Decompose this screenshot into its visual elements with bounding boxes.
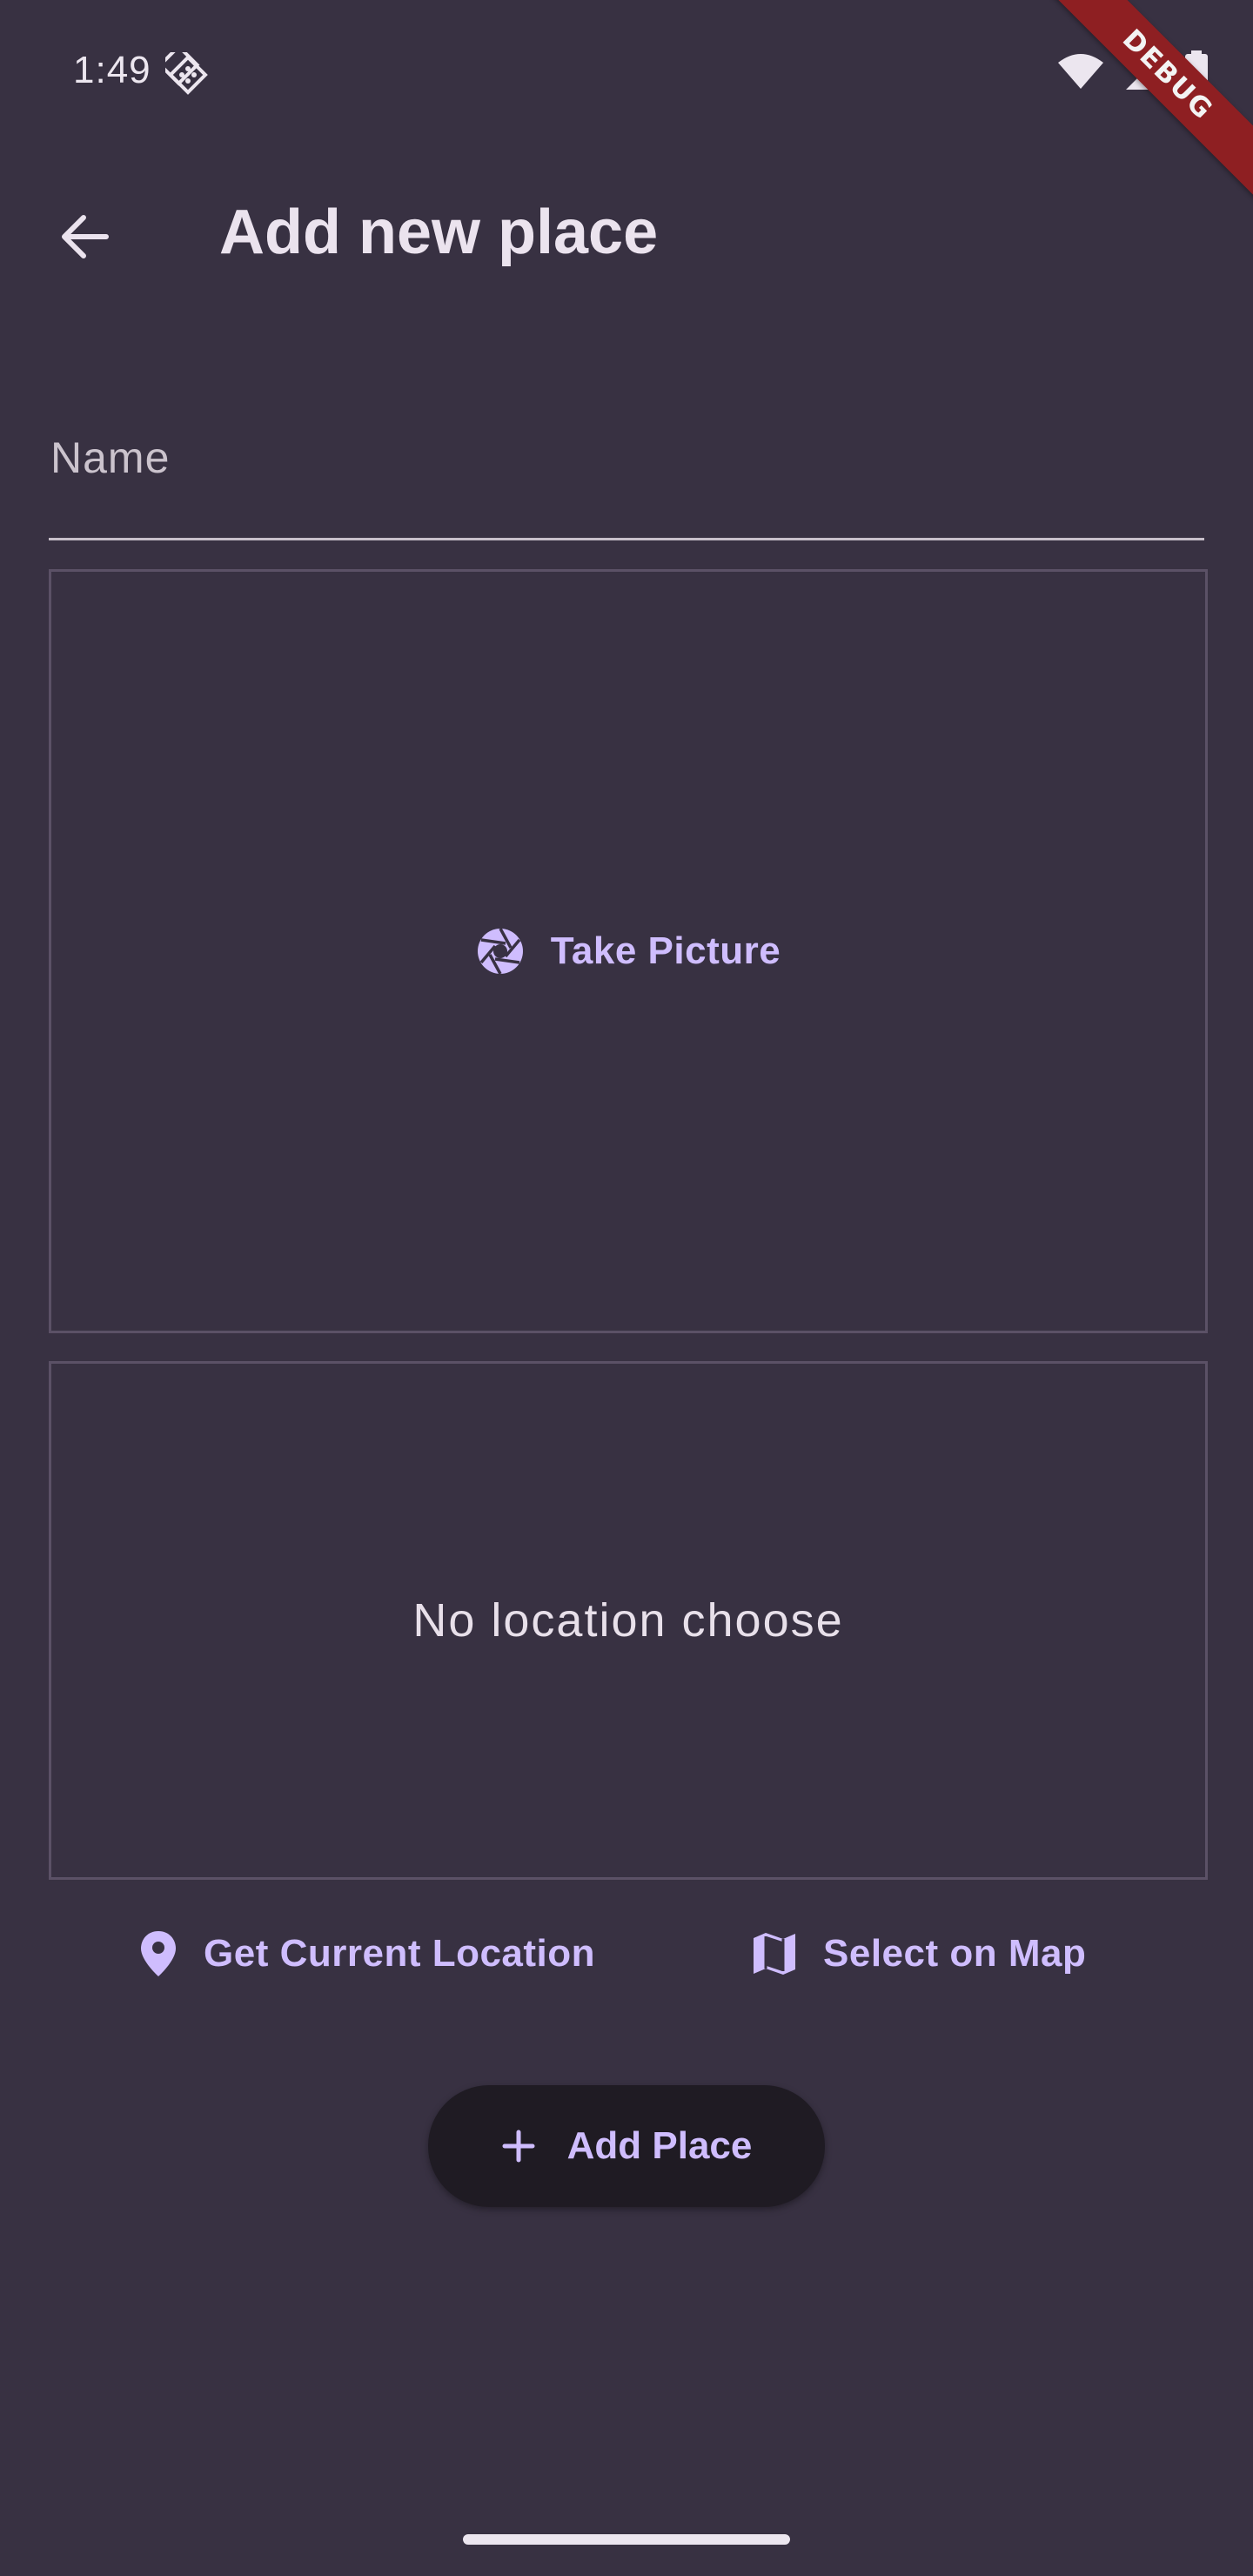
status-time: 1:49 (73, 49, 151, 91)
back-button[interactable] (44, 197, 127, 280)
get-location-label: Get Current Location (204, 1932, 596, 1975)
no-location-text: No location choose (412, 1594, 844, 1647)
name-input[interactable] (49, 409, 1204, 538)
get-current-location-button[interactable]: Get Current Location (139, 1915, 595, 1993)
status-bar: 1:49 (0, 0, 1253, 148)
plus-icon (501, 2129, 536, 2163)
location-pin-icon (139, 1929, 178, 1978)
take-picture-button[interactable]: Take Picture (476, 927, 781, 976)
wifi-icon (1056, 52, 1105, 91)
map-icon (752, 1931, 797, 1976)
home-indicator[interactable] (463, 2534, 790, 2545)
arrow-back-icon (57, 209, 113, 269)
name-field (49, 409, 1204, 540)
app-notification-icon (157, 44, 211, 97)
location-preview: No location choose (49, 1361, 1208, 1880)
add-place-label: Add Place (566, 2124, 753, 2167)
location-actions: Get Current Location Select on Map (0, 1915, 1253, 1993)
take-picture-label: Take Picture (550, 929, 781, 972)
select-on-map-button[interactable]: Select on Map (752, 1915, 1086, 1993)
page-title: Add new place (219, 198, 659, 267)
camera-aperture-icon (476, 927, 525, 976)
add-place-screen: 1:49 DEBUG Add new place Name Take Pictu… (0, 0, 1253, 2576)
picture-container: Take Picture (49, 569, 1208, 1333)
app-bar: Add new place (0, 165, 1253, 305)
add-place-button[interactable]: Add Place (428, 2085, 825, 2207)
select-map-label: Select on Map (823, 1932, 1087, 1975)
